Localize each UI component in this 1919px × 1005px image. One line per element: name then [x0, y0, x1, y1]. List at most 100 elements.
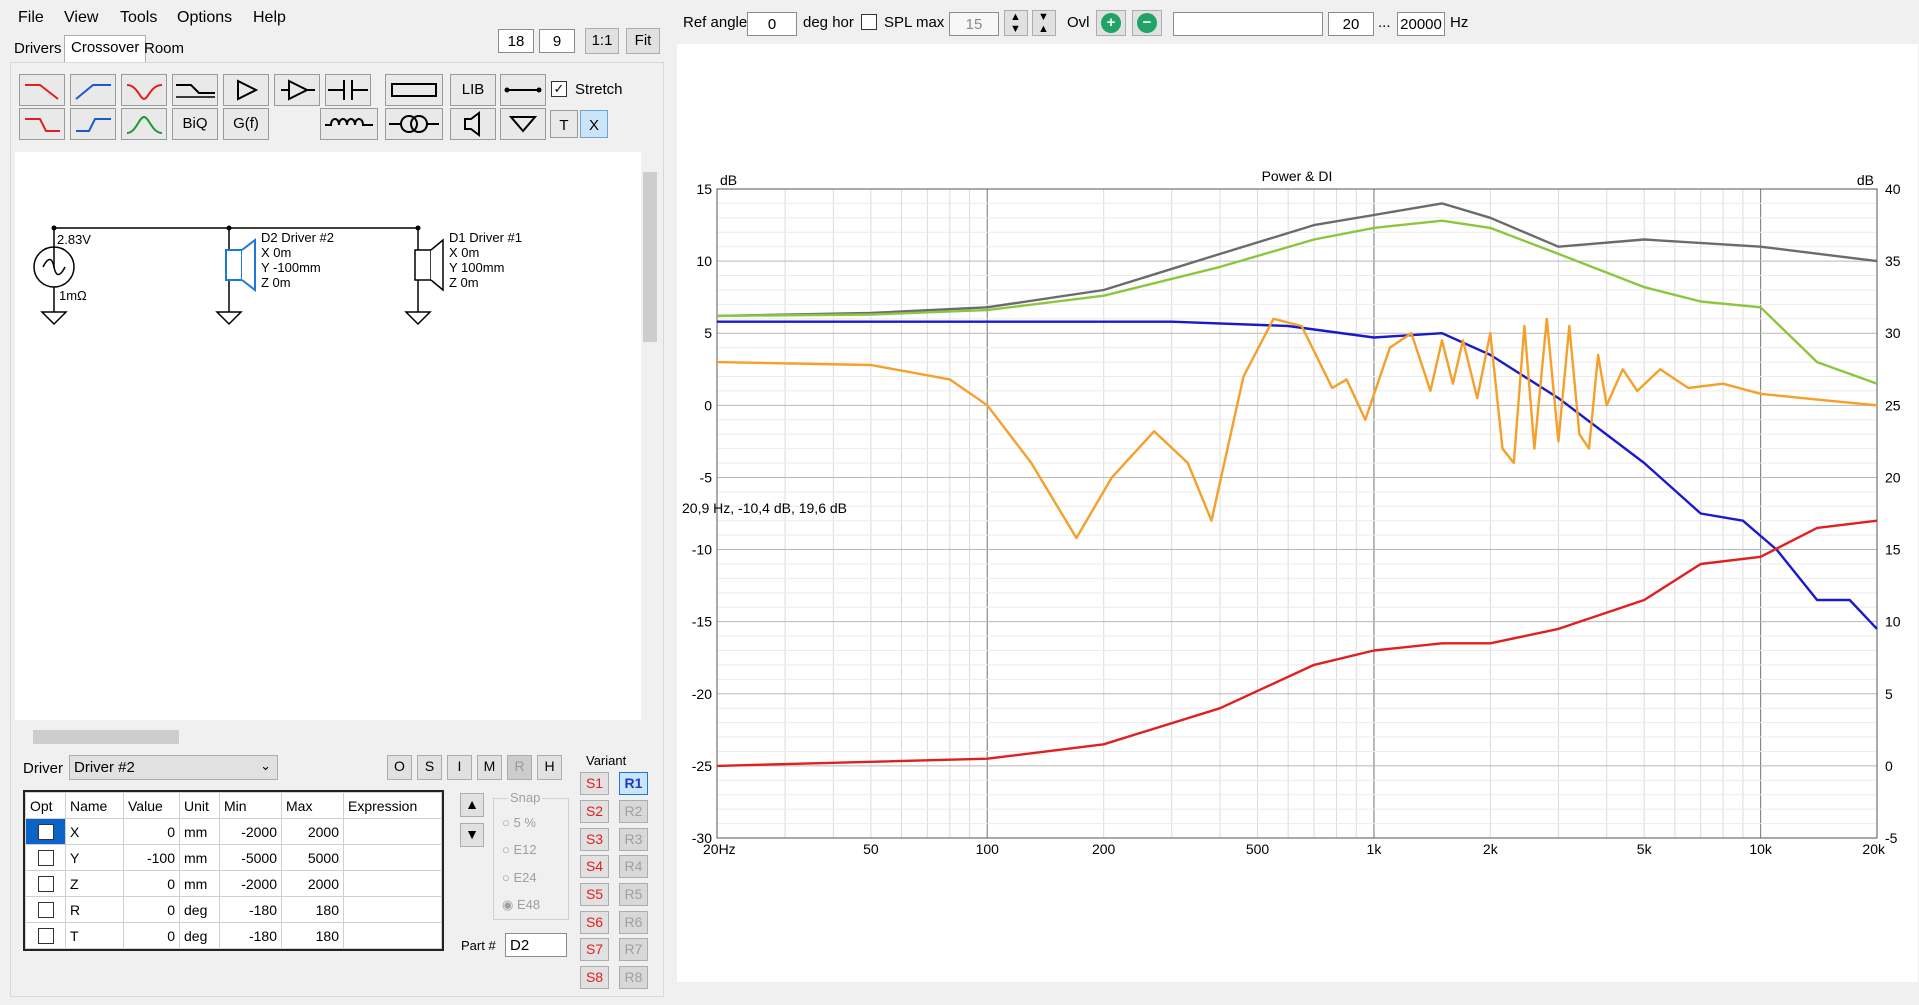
ground-button[interactable]: [500, 108, 546, 140]
opt-checkbox[interactable]: [37, 875, 54, 892]
table-row[interactable]: Y -100 mm -5000 5000: [25, 844, 442, 871]
vscroll-thumb[interactable]: [643, 172, 657, 342]
variant-s5-button[interactable]: S5: [580, 883, 609, 906]
library-button[interactable]: LIB: [450, 74, 496, 106]
table-row[interactable]: T 0 deg -180 180: [25, 922, 442, 949]
resistor-button[interactable]: [385, 74, 443, 106]
zoom-one-to-one-button[interactable]: 1:1: [585, 28, 619, 54]
menu-file[interactable]: File: [18, 9, 44, 27]
zoom-fit-button[interactable]: Fit: [626, 28, 660, 54]
tab-room[interactable]: Room: [138, 37, 190, 61]
move-down-button[interactable]: ▼: [460, 823, 484, 847]
param-min[interactable]: -180: [219, 896, 282, 923]
variant-r3-button[interactable]: R3: [619, 828, 648, 851]
variant-s1-button[interactable]: S1: [580, 772, 609, 795]
move-up-button[interactable]: ▲: [460, 793, 484, 817]
overlay-remove-button[interactable]: −: [1132, 10, 1162, 36]
variant-r8-button[interactable]: R8: [619, 966, 648, 989]
opt-cell[interactable]: [25, 896, 66, 923]
schematic-canvas[interactable]: 2.83V 1mΩ D2 Driver #2 X 0m Y -100mm Z 0…: [15, 152, 641, 720]
snap-e24-radio[interactable]: ○ E24: [502, 870, 537, 885]
opt-checkbox[interactable]: [37, 927, 54, 944]
ref-angle-field[interactable]: 0: [747, 12, 797, 36]
transformer-button[interactable]: [385, 108, 443, 140]
opt-cell[interactable]: [25, 870, 66, 897]
param-value[interactable]: -100: [123, 844, 180, 871]
wire-button[interactable]: [500, 74, 546, 106]
opt-cell[interactable]: [25, 922, 66, 949]
table-row[interactable]: R 0 deg -180 180: [25, 896, 442, 923]
table-row[interactable]: X 0 mm -2000 2000: [25, 818, 442, 845]
mode-s-button[interactable]: S: [417, 755, 442, 780]
snap-5pct-radio[interactable]: ○ 5 %: [502, 815, 536, 830]
lowpass-2-button[interactable]: [19, 108, 65, 140]
variant-s6-button[interactable]: S6: [580, 911, 609, 934]
notch-red-button[interactable]: [121, 74, 167, 106]
highpass-blue-button[interactable]: [70, 74, 116, 106]
param-expression[interactable]: [343, 818, 442, 845]
opt-cell[interactable]: [25, 844, 66, 871]
x-button[interactable]: X: [580, 110, 608, 138]
snap-e48-radio[interactable]: ◉ E48: [502, 897, 540, 913]
spl-max-field[interactable]: 15: [949, 12, 999, 36]
chart-panel[interactable]: 20Hz 50 100 200 500 1k 2k 5k 10k 20k 15 10 5 0 -5 -10 -1…: [677, 44, 1918, 982]
param-value[interactable]: 0: [123, 870, 180, 897]
zoom-x-field[interactable]: 18: [498, 29, 534, 53]
hscroll-thumb[interactable]: [33, 730, 179, 744]
freq-to-field[interactable]: 20000: [1397, 12, 1445, 36]
inductor-button[interactable]: [320, 108, 378, 140]
opt-checkbox[interactable]: [37, 849, 54, 866]
opamp-button[interactable]: [274, 74, 320, 106]
spl-max-checkbox[interactable]: [861, 14, 877, 30]
mode-r-button[interactable]: R: [507, 755, 532, 780]
schematic-horizontal-scrollbar[interactable]: [15, 728, 641, 746]
param-min[interactable]: -2000: [219, 870, 282, 897]
param-max[interactable]: 2000: [281, 818, 344, 845]
overlay-name-field[interactable]: [1173, 12, 1323, 36]
zoom-y-field[interactable]: 9: [539, 29, 575, 53]
param-min[interactable]: -5000: [219, 844, 282, 871]
param-value[interactable]: 0: [123, 896, 180, 923]
driver-dropdown[interactable]: Driver #2 ⌄: [69, 755, 278, 780]
param-expression[interactable]: [343, 922, 442, 949]
spl-updown-button[interactable]: ▲ ▼: [1004, 10, 1028, 36]
variant-r4-button[interactable]: R4: [619, 855, 648, 878]
capacitor-button[interactable]: [325, 74, 371, 106]
variant-r1-button[interactable]: R1: [619, 772, 648, 795]
opt-checkbox[interactable]: [37, 823, 54, 840]
param-max[interactable]: 2000: [281, 870, 344, 897]
variant-s4-button[interactable]: S4: [580, 855, 609, 878]
param-expression[interactable]: [343, 870, 442, 897]
menu-help[interactable]: Help: [253, 9, 286, 27]
opt-cell[interactable]: [25, 818, 66, 845]
variant-r2-button[interactable]: R2: [619, 800, 648, 823]
t-button[interactable]: T: [550, 110, 578, 138]
spl-compress-button[interactable]: ▼ ▲: [1032, 10, 1056, 36]
tab-crossover[interactable]: Crossover: [64, 35, 147, 63]
mode-h-button[interactable]: H: [537, 755, 562, 780]
stretch-checkbox[interactable]: ✓: [551, 81, 567, 97]
menu-tools[interactable]: Tools: [120, 9, 157, 27]
highpass-2-button[interactable]: [70, 108, 116, 140]
param-min[interactable]: -180: [219, 922, 282, 949]
menu-options[interactable]: Options: [177, 9, 232, 27]
variant-r5-button[interactable]: R5: [619, 883, 648, 906]
overlay-add-button[interactable]: +: [1096, 10, 1126, 36]
param-expression[interactable]: [343, 844, 442, 871]
snap-e12-radio[interactable]: ○ E12: [502, 842, 537, 857]
variant-s8-button[interactable]: S8: [580, 966, 609, 989]
variant-s2-button[interactable]: S2: [580, 800, 609, 823]
part-field[interactable]: D2: [505, 933, 567, 957]
param-value[interactable]: 0: [123, 922, 180, 949]
variant-s7-button[interactable]: S7: [580, 938, 609, 961]
param-max[interactable]: 180: [281, 922, 344, 949]
table-row[interactable]: Z 0 mm -2000 2000: [25, 870, 442, 897]
variant-r7-button[interactable]: R7: [619, 938, 648, 961]
param-max[interactable]: 180: [281, 896, 344, 923]
speaker-button[interactable]: [450, 108, 496, 140]
variant-r6-button[interactable]: R6: [619, 911, 648, 934]
menu-view[interactable]: View: [64, 9, 98, 27]
buffer-button[interactable]: [223, 74, 269, 106]
param-value[interactable]: 0: [123, 818, 180, 845]
mode-m-button[interactable]: M: [477, 755, 502, 780]
